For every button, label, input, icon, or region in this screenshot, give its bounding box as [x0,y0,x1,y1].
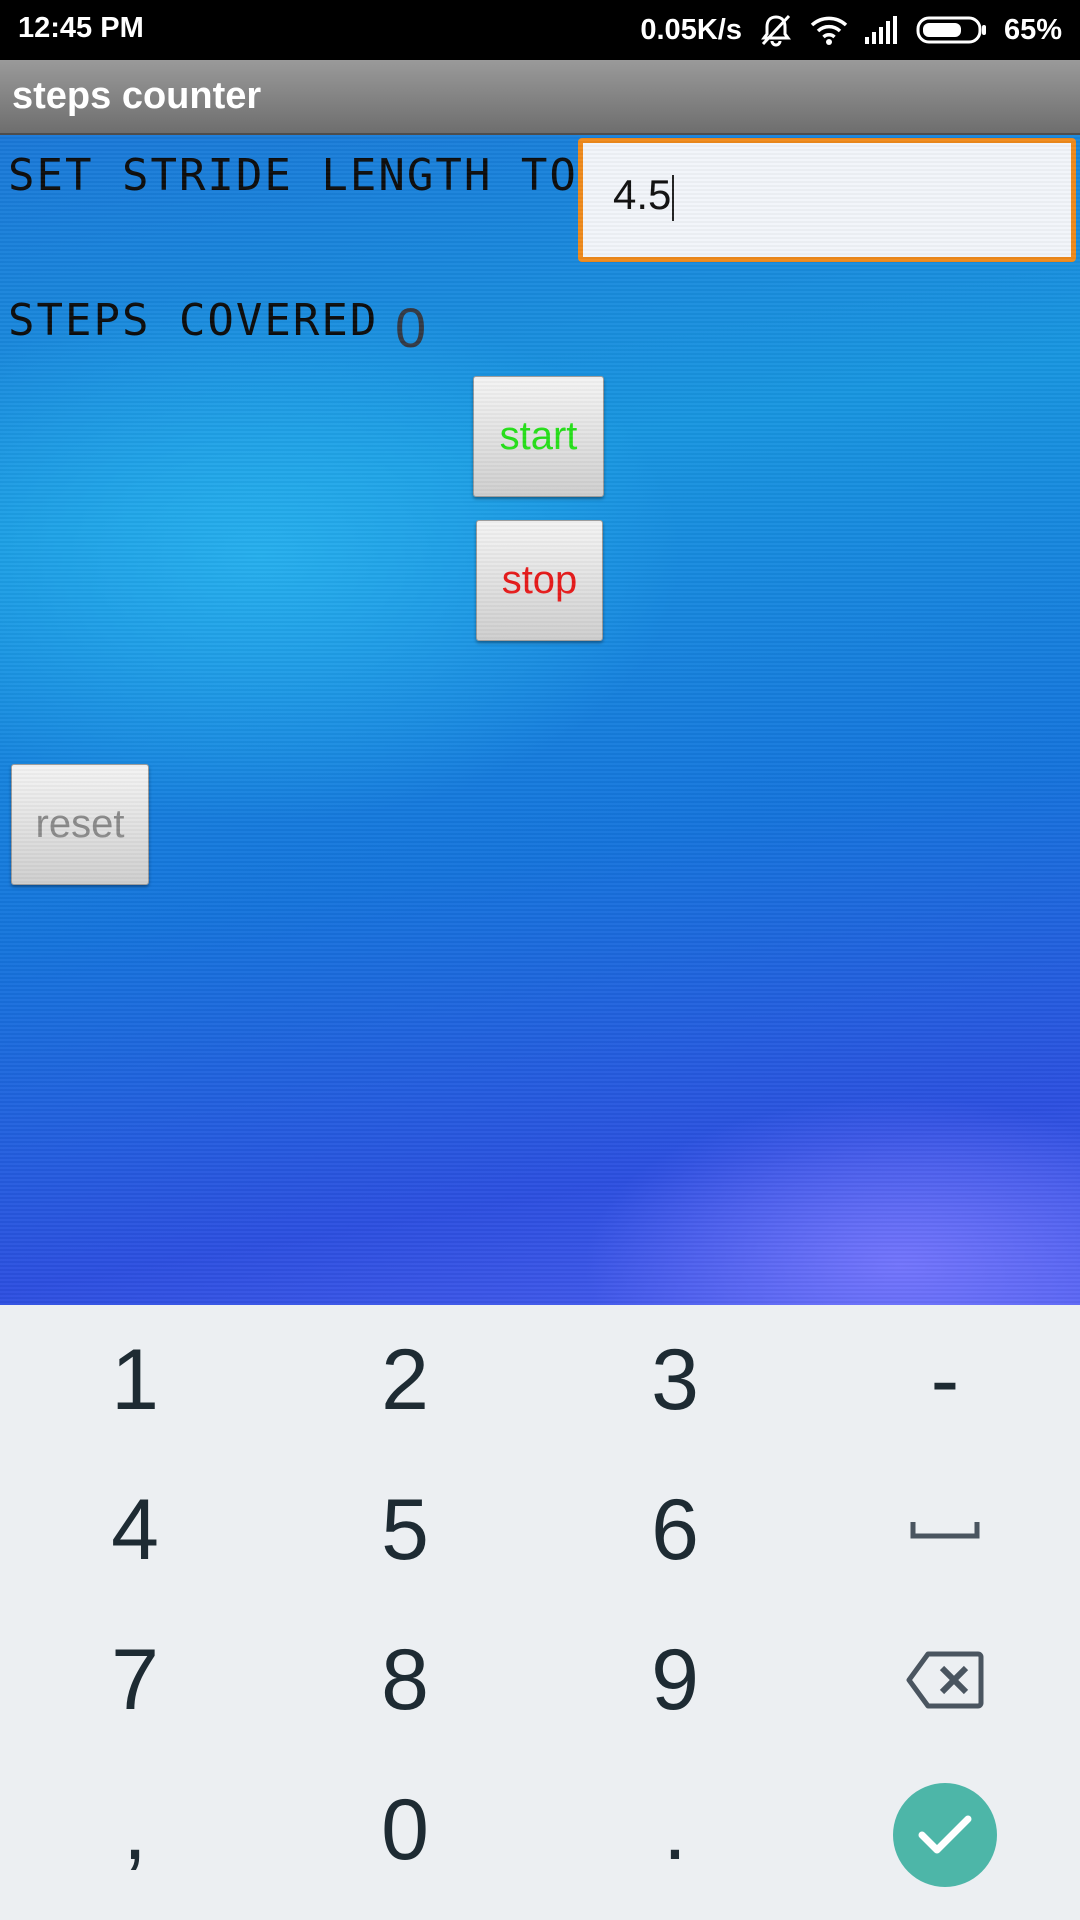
stride-length-input[interactable]: 4.5 [578,138,1076,262]
stride-length-label: SET STRIDE LENGTH TO: [8,150,607,201]
key-9[interactable]: 9 [540,1605,810,1755]
key-4[interactable]: 4 [0,1455,270,1605]
status-time: 12:45 PM [18,12,144,44]
key-minus[interactable]: - [810,1305,1080,1455]
wifi-icon [810,14,848,46]
key-backspace[interactable] [810,1605,1080,1755]
mute-icon [758,12,794,48]
space-icon [910,1518,980,1542]
network-speed: 0.05K/s [640,13,742,46]
stride-length-value: 4.5 [613,171,675,221]
key-0[interactable]: 0 [270,1755,540,1905]
battery-percent: 65% [1003,13,1062,46]
key-3[interactable]: 3 [540,1305,810,1455]
key-5[interactable]: 5 [270,1455,540,1605]
enter-check-icon [917,1813,973,1857]
key-period[interactable]: . [540,1755,810,1905]
key-comma[interactable]: , [0,1755,270,1905]
reset-button[interactable]: reset [11,764,149,885]
status-icons: 0.05K/s 65% [640,10,1062,50]
battery-icon [916,15,988,45]
steps-covered-value: 0 [395,296,427,359]
enter-button[interactable] [893,1783,997,1887]
main-content: SET STRIDE LENGTH TO: 4.5 STEPS COVERED … [0,135,1080,1305]
key-7[interactable]: 7 [0,1605,270,1755]
steps-covered-label: STEPS COVERED [8,295,379,346]
key-6[interactable]: 6 [540,1455,810,1605]
screen: 12:45 PM 0.05K/s 65% steps counter SET S… [0,0,1080,1920]
app-title: steps counter [12,75,262,117]
backspace-icon [906,1650,984,1710]
app-title-bar: steps counter [0,60,1080,135]
status-bar: 12:45 PM 0.05K/s 65% [0,0,1080,60]
numeric-keyboard: 1 2 3 - 4 5 6 7 8 9 , 0 . [0,1305,1080,1920]
text-cursor [672,174,675,221]
key-2[interactable]: 2 [270,1305,540,1455]
signal-icon [864,15,900,45]
key-space[interactable] [810,1455,1080,1605]
key-8[interactable]: 8 [270,1605,540,1755]
key-1[interactable]: 1 [0,1305,270,1455]
start-button[interactable]: start [473,376,604,497]
key-enter[interactable] [810,1760,1080,1910]
stop-button[interactable]: stop [476,520,603,641]
